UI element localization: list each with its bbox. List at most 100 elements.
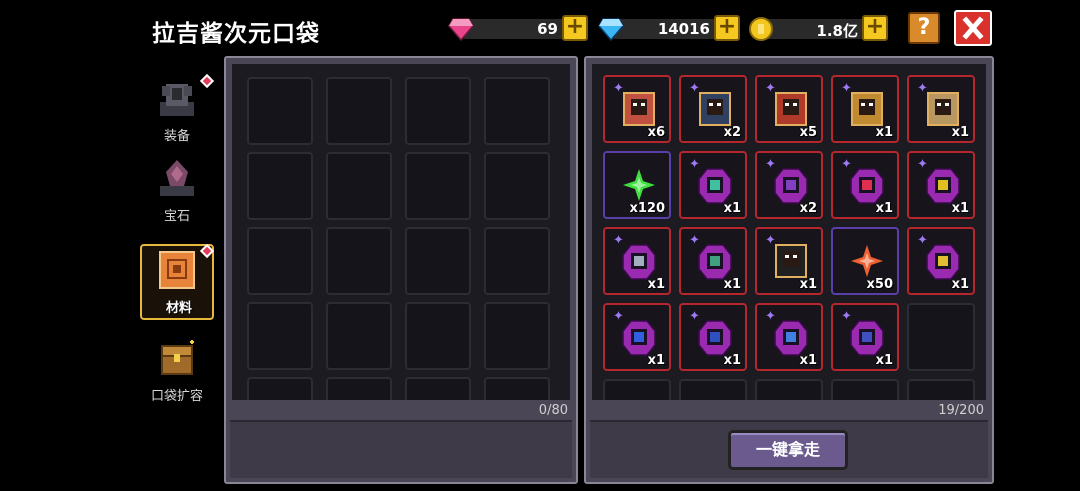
item-quantity: x1 — [951, 201, 969, 216]
target-rune-crystal-icon — [698, 244, 732, 280]
item-quantity: x2 — [799, 201, 817, 216]
empty-slot[interactable] — [405, 77, 471, 145]
pocket-item-slot[interactable]: ✦ x1 — [679, 227, 747, 295]
empty-slot[interactable] — [326, 227, 392, 295]
swirl-rune-crystal-icon — [774, 168, 808, 204]
item-quantity: x1 — [875, 201, 893, 216]
empty-slot[interactable] — [484, 77, 550, 145]
tab-materials-label: 材料 — [165, 301, 192, 316]
empty-slot[interactable] — [247, 227, 313, 295]
take-all-button[interactable]: 一键拿走 — [728, 430, 848, 470]
item-quantity: x1 — [951, 125, 969, 140]
glyph-rune-crystal-icon — [926, 244, 960, 280]
pocket-item-slot[interactable]: ✦ x1 — [907, 227, 975, 295]
tab-expand-pocket[interactable]: 口袋扩容 — [140, 332, 214, 406]
pocket-item-slot[interactable]: ✦ x1 — [755, 303, 823, 371]
blue-gem-value: 14016 — [657, 20, 710, 38]
pocket-item-slot[interactable]: ✦ x1 — [831, 75, 899, 143]
item-quantity: x120 — [629, 201, 665, 216]
empty-slot[interactable] — [326, 302, 392, 370]
green-star-icon — [623, 169, 655, 201]
red-rune-crystal-icon — [850, 168, 884, 204]
empty-slot[interactable] — [405, 227, 471, 295]
dark-hero-portrait-icon — [699, 92, 731, 126]
pocket-item-slot[interactable]: ✦ x1 — [907, 151, 975, 219]
shadow-portrait-icon — [775, 244, 807, 278]
item-quantity: x5 — [799, 125, 817, 140]
empty-slot[interactable] — [755, 379, 823, 400]
chest-icon — [161, 340, 194, 375]
empty-slot[interactable] — [405, 377, 471, 400]
empty-slot[interactable] — [484, 377, 550, 400]
empty-slot[interactable] — [326, 377, 392, 400]
empty-slot[interactable] — [405, 152, 471, 220]
empty-slot[interactable] — [907, 303, 975, 371]
storage-grid[interactable] — [232, 64, 570, 400]
gold-coin-icon — [749, 17, 773, 41]
storage-panel: 0/80 — [224, 56, 578, 484]
tab-expand-pocket-label: 口袋扩容 — [150, 389, 203, 404]
pocket-item-slot[interactable]: ✦ x1 — [831, 303, 899, 371]
pocket-count: 19/200 — [938, 403, 984, 418]
item-quantity: x1 — [647, 353, 665, 368]
close-icon — [962, 16, 984, 40]
tab-gems[interactable]: 宝石 — [140, 152, 214, 226]
gold-hero-portrait-icon — [851, 92, 883, 126]
empty-slot[interactable] — [326, 152, 392, 220]
pocket-grid[interactable]: ✦ x6 ✦ x2 ✦ x5 ✦ x1 ✦ x1 x120 ✦ x1 ✦ x2 ✦ x1 ✦ x1 ✦ x1 ✦ x1 ✦ x1… — [592, 64, 986, 400]
material-book-icon — [159, 251, 195, 289]
pocket-item-slot[interactable]: ✦ x1 — [679, 151, 747, 219]
pocket-item-slot[interactable]: ✦ x1 — [831, 151, 899, 219]
item-quantity: x1 — [799, 277, 817, 292]
pocket-item-slot[interactable]: ✦ x2 — [679, 75, 747, 143]
empty-slot[interactable] — [484, 227, 550, 295]
tab-equipment[interactable]: 装备 — [140, 72, 215, 146]
armor-icon — [160, 84, 194, 116]
pocket-item-slot[interactable]: ✦ x6 — [603, 75, 671, 143]
gold-add-button[interactable]: + — [862, 15, 888, 41]
pocket-item-slot[interactable]: ✦ x5 — [755, 75, 823, 143]
teal-rune-crystal-icon — [698, 168, 732, 204]
pocket-item-slot[interactable]: ✦ x2 — [755, 151, 823, 219]
tab-materials[interactable]: 材料 — [140, 243, 215, 320]
pocket-item-slot[interactable]: ✦ x1 — [907, 75, 975, 143]
item-quantity: x1 — [723, 201, 741, 216]
help-button[interactable]: ? — [908, 12, 940, 44]
empty-slot[interactable] — [326, 77, 392, 145]
empty-slot[interactable] — [831, 379, 899, 400]
empty-slot[interactable] — [484, 152, 550, 220]
page-title: 拉吉酱次元口袋 — [152, 21, 320, 47]
empty-slot[interactable] — [247, 77, 313, 145]
dog-rune-crystal-icon — [622, 244, 656, 280]
empty-slot[interactable] — [247, 152, 313, 220]
empty-slot[interactable] — [603, 379, 671, 400]
tab-equipment-label: 装备 — [163, 129, 190, 144]
gold-currency: 1.8亿 + — [748, 15, 890, 43]
blue-cross-crystal-icon — [850, 320, 884, 356]
empty-slot[interactable] — [405, 302, 471, 370]
empty-slot[interactable] — [247, 377, 313, 400]
pocket-item-slot[interactable]: ✦ x1 — [679, 303, 747, 371]
gold-value: 1.8亿 — [816, 22, 858, 40]
blue-sword-crystal-icon — [698, 320, 732, 356]
storage-footer — [230, 420, 572, 478]
pocket-item-slot[interactable]: ✦ x1 — [755, 227, 823, 295]
pink-gem-currency: 69 + — [448, 15, 590, 43]
gem-altar-icon — [160, 160, 194, 196]
blue-gem-add-button[interactable]: + — [714, 15, 740, 41]
blue-bolt-crystal-icon — [622, 320, 656, 356]
pink-gem-value: 69 — [537, 20, 558, 38]
storage-count: 0/80 — [538, 403, 568, 418]
empty-slot[interactable] — [484, 302, 550, 370]
pocket-item-slot[interactable]: ✦ x1 — [603, 227, 671, 295]
pocket-item-slot[interactable]: x50 — [831, 227, 899, 295]
close-button[interactable] — [954, 10, 992, 46]
empty-slot[interactable] — [907, 379, 975, 400]
empty-slot[interactable] — [679, 379, 747, 400]
empty-slot[interactable] — [247, 302, 313, 370]
pink-gem-add-button[interactable]: + — [562, 15, 588, 41]
pocket-item-slot[interactable]: x120 — [603, 151, 671, 219]
pocket-panel: ✦ x6 ✦ x2 ✦ x5 ✦ x1 ✦ x1 x120 ✦ x1 ✦ x2 ✦ x1 ✦ x1 ✦ x1 ✦ x1 ✦ x1… — [584, 56, 994, 484]
pocket-item-slot[interactable]: ✦ x1 — [603, 303, 671, 371]
item-quantity: x1 — [647, 277, 665, 292]
